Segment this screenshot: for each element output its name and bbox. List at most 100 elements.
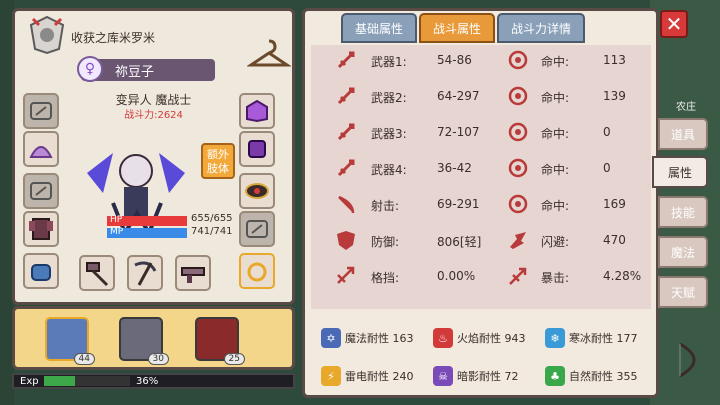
resistance-item: ♨ 火焰耐性 943 <box>433 327 526 349</box>
stat-value: 69-291 <box>437 197 480 211</box>
equip-slot-ring[interactable] <box>239 253 275 289</box>
nature-resist-icon: ♣ <box>545 366 565 386</box>
side-tab-attributes[interactable]: 属性 <box>652 156 708 188</box>
close-button[interactable]: ✕ <box>660 10 688 38</box>
gun-icon <box>181 267 205 283</box>
side-tab-items[interactable]: 道具 <box>658 118 708 150</box>
stat-row: 武器2: 64-297 命中: 139 <box>311 85 651 109</box>
exp-bar: Exp 36% <box>12 373 295 389</box>
stat-label: 暴击: <box>541 271 570 285</box>
sword-icon <box>337 51 355 69</box>
bow-icon <box>338 195 355 214</box>
weapon-slot-2[interactable] <box>127 255 163 291</box>
stat-label: 武器3: <box>371 127 407 141</box>
stat-label: 防御: <box>371 235 400 249</box>
magic-resist-icon: ✡ <box>321 328 341 348</box>
mp-row: MP <box>107 227 187 239</box>
equip-slot-armor[interactable] <box>23 211 59 247</box>
target-icon <box>508 50 528 70</box>
equip-slot-bag[interactable] <box>23 253 59 289</box>
party-member-level: 30 <box>147 353 169 365</box>
stat-label: 命中: <box>541 91 570 105</box>
weapon-slot-1[interactable] <box>79 255 115 291</box>
tab-basic-attributes[interactable]: 基础属性 <box>341 13 418 43</box>
exp-percent: 36% <box>136 375 159 387</box>
shadow-resist-icon: ☠ <box>433 366 453 386</box>
ring-icon <box>247 262 267 282</box>
armor-icon <box>29 218 53 240</box>
stat-label: 武器2: <box>371 91 407 105</box>
stats-panel: 基础属性 战斗属性 战斗力详情 武器1: 54-86 命中: 113 武器2: 64-29… <box>302 8 659 398</box>
resistance-item: ✡ 魔法耐性 163 <box>321 327 414 349</box>
helmet-icon <box>246 99 268 123</box>
exp-fill <box>44 376 75 386</box>
bow-icon[interactable] <box>672 340 712 380</box>
power-value: 2624 <box>157 110 183 121</box>
resistance-label: 雷电耐性 240 <box>345 370 414 383</box>
character-panel: 收获之库米罗米 ♀ 祢豆子 变异人 魔战士 战斗力:2624 额外肢体 HP 6… <box>12 8 295 305</box>
gauntlet-icon <box>248 140 266 158</box>
weapon-slot-3[interactable] <box>175 255 211 291</box>
stat-row: 武器1: 54-86 命中: 113 <box>311 49 651 73</box>
target-icon <box>508 194 528 214</box>
empty-slot[interactable] <box>239 211 275 247</box>
mp-value: 741/741 <box>191 226 233 237</box>
stat-value: 470 <box>603 233 626 247</box>
equip-slot-necklace[interactable] <box>239 173 275 209</box>
equip-slot-helmet[interactable] <box>239 93 275 129</box>
hp-row: HP <box>107 215 187 227</box>
stat-label: 闪避: <box>541 235 570 249</box>
stat-value: 36-42 <box>437 161 472 175</box>
stat-row: 格挡: 0.00% 暴击: 4.28% <box>311 265 651 289</box>
empty-slot[interactable] <box>23 173 59 209</box>
empty-slot-icon <box>246 220 268 238</box>
party-member-3[interactable]: 25 <box>195 317 245 365</box>
tab-power-details[interactable]: 战斗力详情 <box>497 13 586 43</box>
side-tab-magic[interactable]: 魔法 <box>658 236 708 268</box>
resistance-label: 寒冰耐性 177 <box>569 332 638 345</box>
thunder-resist-icon: ⚡ <box>321 366 341 386</box>
guild-emblem-icon[interactable] <box>29 15 65 55</box>
equip-slot-accessory[interactable] <box>23 131 59 167</box>
side-tab-skills[interactable]: 技能 <box>658 196 708 228</box>
stat-label: 命中: <box>541 199 570 213</box>
target-icon <box>508 122 528 142</box>
fire-resist-icon: ♨ <box>433 328 453 348</box>
stat-value: 0.00% <box>437 269 476 283</box>
empty-slot-icon <box>30 102 52 120</box>
power-label: 战斗力: <box>124 110 158 121</box>
farm-label: 农庄 <box>676 102 696 113</box>
side-tab-talent[interactable]: 天赋 <box>658 276 708 308</box>
party-member-1[interactable]: 44 <box>45 317 95 365</box>
stat-value: 169 <box>603 197 626 211</box>
equip-slot-glove[interactable] <box>239 131 275 167</box>
stat-label: 命中: <box>541 127 570 141</box>
hp-label: HP <box>110 215 123 225</box>
dodge-icon <box>510 232 526 249</box>
party-strip: 44 30 25 <box>12 306 295 370</box>
resistance-label: 火焰耐性 943 <box>457 332 526 345</box>
sword-icon <box>337 159 355 177</box>
stat-value: 72-107 <box>437 125 480 139</box>
stat-row: 防御: 806[轻] 闪避: 470 <box>311 229 651 253</box>
shield-icon <box>337 231 355 250</box>
stat-value: 139 <box>603 89 626 103</box>
extra-limb-button[interactable]: 额外肢体 <box>201 143 235 179</box>
party-member-level: 44 <box>73 353 95 365</box>
guild-name: 收获之库米罗米 <box>71 31 156 45</box>
hanger-icon[interactable] <box>247 33 291 73</box>
stat-label: 格挡: <box>371 271 400 285</box>
crit-icon <box>509 267 527 285</box>
empty-slot-icon <box>30 182 52 200</box>
empty-slot[interactable] <box>23 93 59 129</box>
stat-label: 命中: <box>541 55 570 69</box>
party-member-2[interactable]: 30 <box>119 317 169 365</box>
stat-value: 64-297 <box>437 89 480 103</box>
stats-tabs: 基础属性 战斗属性 战斗力详情 <box>341 13 586 43</box>
female-gender-icon: ♀ <box>77 56 103 82</box>
mp-bar: MP <box>107 227 187 238</box>
tab-combat-attributes[interactable]: 战斗属性 <box>419 13 496 43</box>
scythe-icon <box>134 261 157 286</box>
hammer-icon <box>86 262 109 287</box>
block-icon <box>337 266 355 284</box>
